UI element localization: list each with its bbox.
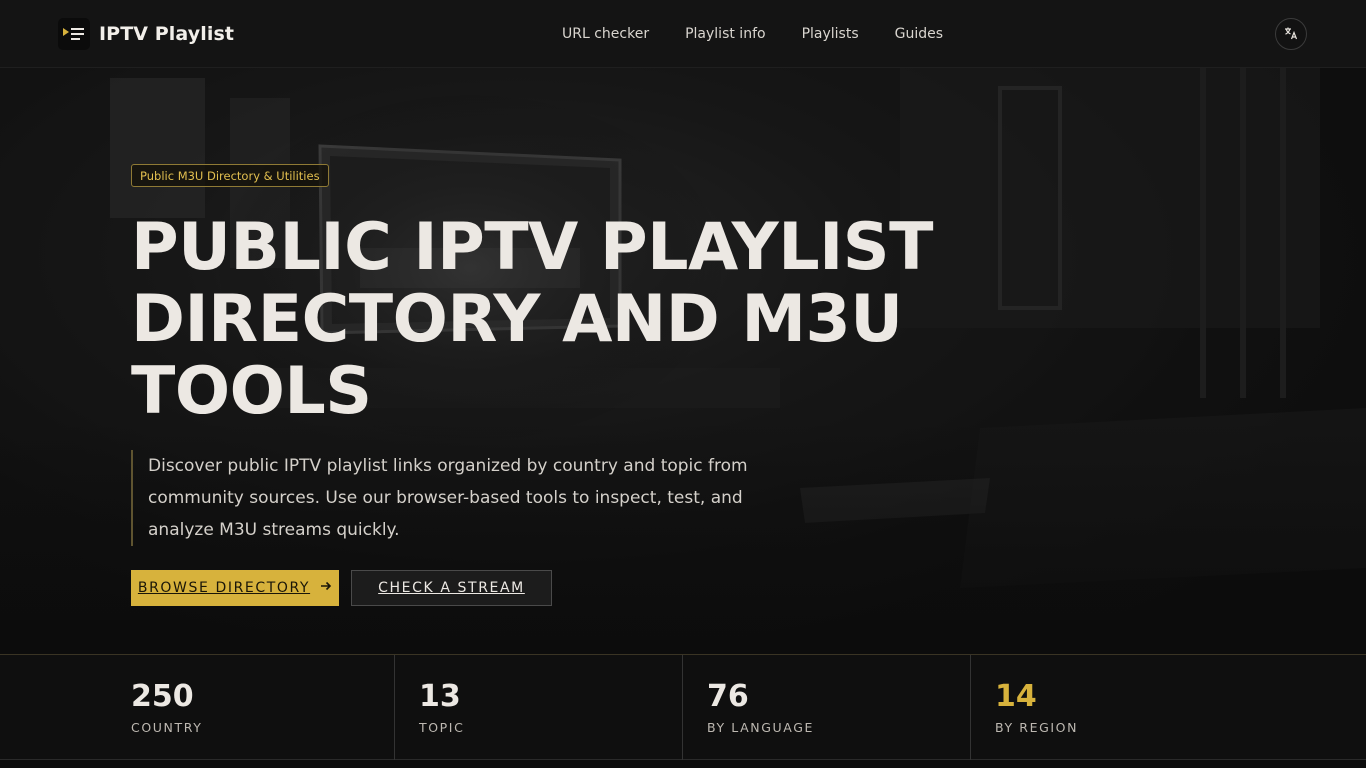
hero-badge: Public M3U Directory & Utilities: [131, 164, 329, 187]
stat-label: COUNTRY: [131, 720, 203, 735]
stat-region[interactable]: 14 BY REGION: [970, 655, 1234, 760]
hero-title-line: DIRECTORY AND M3U: [131, 282, 903, 357]
nav-link-url-checker[interactable]: URL checker: [562, 26, 649, 42]
main-nav: URL checker Playlist info Playlists Guid…: [562, 0, 943, 68]
nav-link-playlists[interactable]: Playlists: [802, 26, 859, 42]
stat-country[interactable]: 250 COUNTRY: [131, 655, 394, 760]
hero-title-line: TOOLS: [131, 354, 372, 429]
stat-label: BY REGION: [995, 720, 1079, 735]
play-list-icon: [58, 18, 90, 50]
translate-icon: [1284, 25, 1298, 44]
hero-title-line: PUBLIC IPTV PLAYLIST: [131, 210, 933, 285]
stat-value: 14: [995, 679, 1037, 714]
arrow-right-icon: [320, 580, 332, 596]
check-stream-button[interactable]: CHECK A STREAM: [351, 570, 552, 606]
stat-language[interactable]: 76 BY LANGUAGE: [682, 655, 970, 760]
stat-value: 13: [419, 679, 461, 714]
language-button[interactable]: [1275, 18, 1307, 50]
stats-bar: 250 COUNTRY 13 TOPIC 76 BY LANGUAGE 14 B…: [0, 654, 1366, 760]
nav-link-playlist-info[interactable]: Playlist info: [685, 26, 765, 42]
browse-directory-button[interactable]: BROWSE DIRECTORY: [131, 570, 339, 606]
stat-label: TOPIC: [419, 720, 465, 735]
stat-label: BY LANGUAGE: [707, 720, 815, 735]
stat-topic[interactable]: 13 TOPIC: [394, 655, 682, 760]
hero-title: PUBLIC IPTV PLAYLIST DIRECTORY AND M3U T…: [131, 212, 1031, 428]
stat-value: 250: [131, 679, 194, 714]
hero-section: Public M3U Directory & Utilities PUBLIC …: [0, 68, 1366, 654]
nav-link-guides[interactable]: Guides: [895, 26, 943, 42]
brand-name: IPTV Playlist: [99, 23, 235, 45]
browse-directory-label: BROWSE DIRECTORY: [137, 580, 311, 596]
site-header: IPTV Playlist URL checker Playlist info …: [0, 0, 1366, 68]
brand-link[interactable]: IPTV Playlist: [58, 18, 234, 50]
hero-description: Discover public IPTV playlist links orga…: [131, 450, 781, 546]
stat-value: 76: [707, 679, 749, 714]
